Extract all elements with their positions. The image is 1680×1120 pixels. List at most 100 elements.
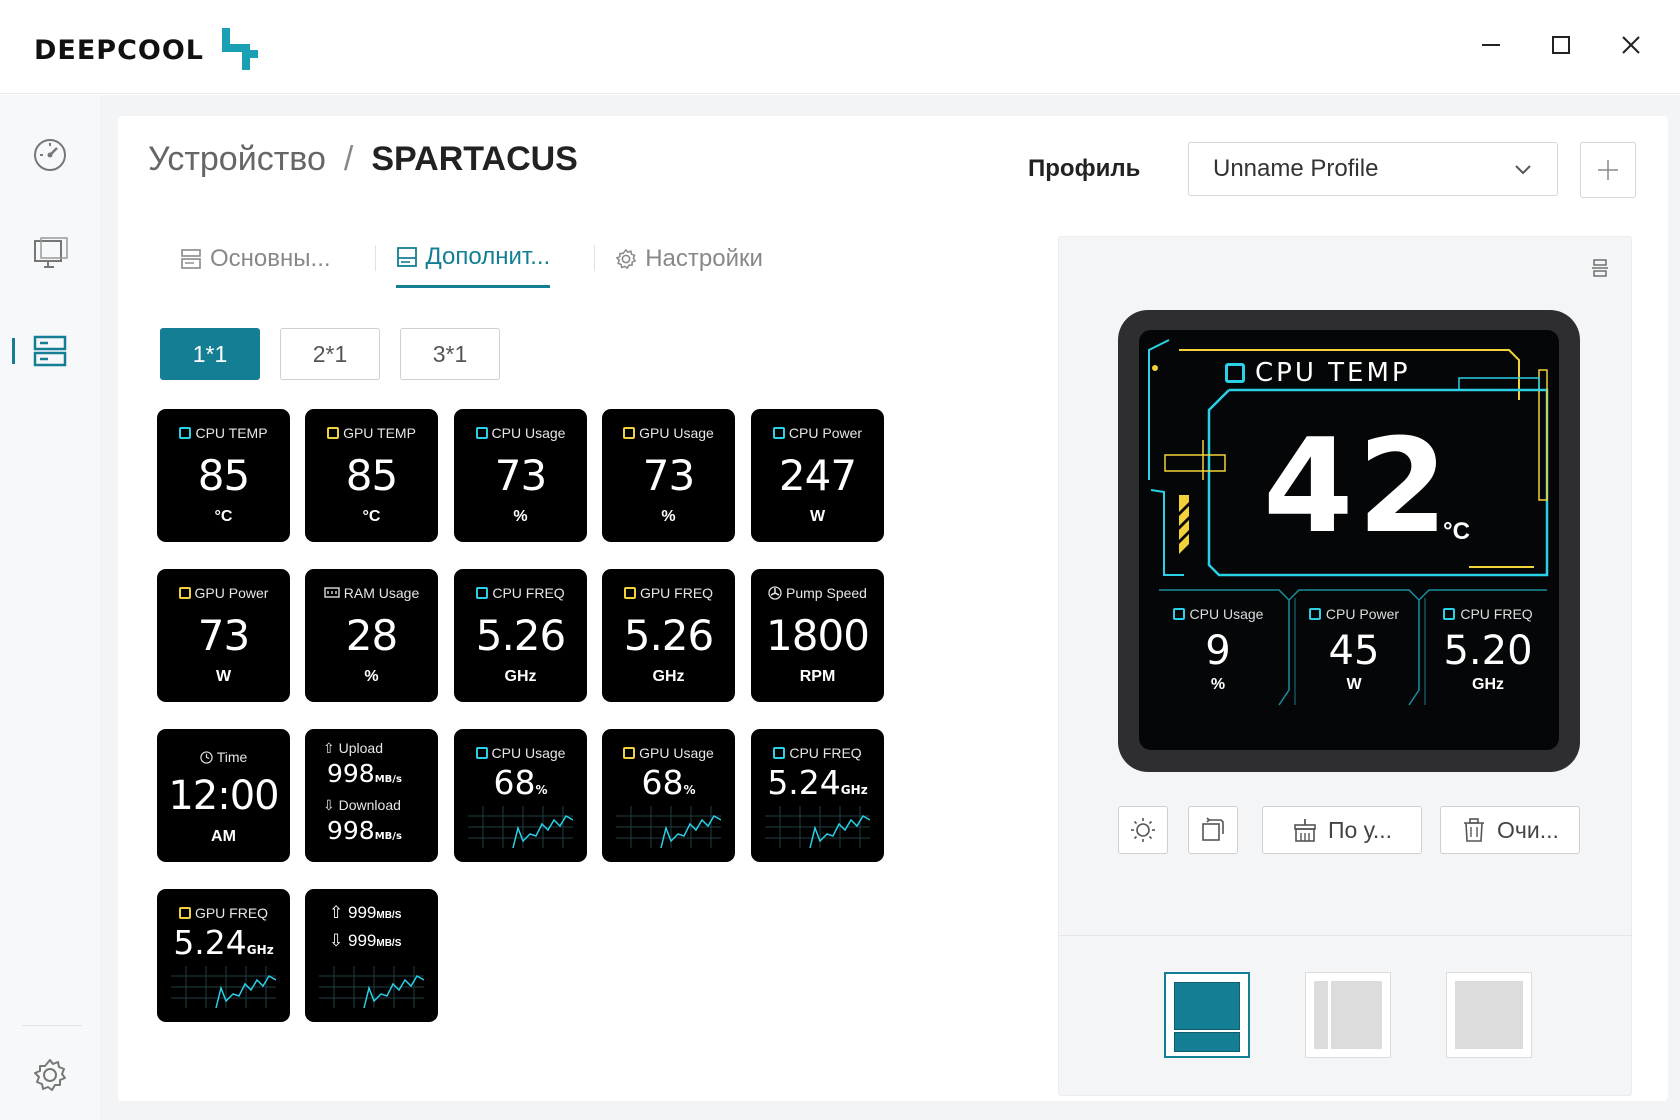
widget-value: 73	[642, 451, 695, 500]
window-controls	[1456, 22, 1666, 68]
gpu-chip-icon	[178, 587, 191, 599]
gpu-chip-icon	[623, 747, 636, 759]
download-icon: ⇩	[329, 931, 344, 950]
widget-title: CPU TEMP	[195, 425, 268, 441]
gpu-chip-icon	[623, 427, 636, 439]
widget-title: CPU FREQ	[789, 745, 862, 761]
widget-cpu-temp[interactable]: CPU TEMP 85 °C	[157, 409, 290, 542]
sub-widget-value: 5.20	[1443, 628, 1533, 674]
widget-gpu-temp[interactable]: GPU TEMP 85 °C	[305, 409, 438, 542]
widget-unit: %	[535, 783, 548, 797]
tab-settings-label: Настройки	[645, 244, 763, 272]
layout-right-block	[1331, 981, 1382, 1049]
download-unit: MB/s	[374, 831, 402, 842]
layout-option-left-right[interactable]	[1305, 972, 1391, 1058]
widget-title: CPU FREQ	[492, 585, 565, 601]
widget-unit: GHz	[840, 783, 868, 797]
widget-gpu-freq[interactable]: GPU FREQ 5.26 GHz	[602, 569, 735, 702]
widget-unit: %	[661, 508, 676, 525]
tab-separator	[594, 245, 596, 271]
widget-value: 68	[641, 763, 684, 802]
preview-layout-toggle[interactable]	[1590, 258, 1610, 283]
widget-cpu-freq-graph[interactable]: CPU FREQ 5.24GHz	[751, 729, 884, 862]
widget-value: 85	[197, 451, 250, 500]
sidebar-item-settings[interactable]	[30, 1055, 70, 1095]
widget-value: 12:00	[168, 773, 279, 819]
widget-gpu-usage[interactable]: GPU Usage 73 %	[602, 409, 735, 542]
logo-text: DeepCool	[34, 34, 205, 66]
sub-widget-title: CPU Usage	[1189, 606, 1264, 622]
size-2x1-button[interactable]: 2*1	[280, 328, 380, 380]
tab-basic-label: Основны...	[210, 244, 331, 272]
tab-advanced[interactable]: Дополнит...	[395, 243, 551, 288]
cpu-chip-icon	[1443, 608, 1456, 620]
widget-title: CPU Usage	[491, 745, 566, 761]
sidebar-item-devices[interactable]	[30, 331, 70, 371]
breadcrumb: Устройство / SPARTACUS	[148, 140, 578, 179]
device-list-icon	[33, 335, 67, 367]
chevron-down-icon	[1515, 165, 1531, 175]
widget-network-graph[interactable]: ⇧ 999MB/S ⇩ 999MB/S	[305, 889, 438, 1022]
minimize-button[interactable]	[1456, 22, 1526, 68]
maximize-icon	[1552, 36, 1570, 54]
sidebar-item-display[interactable]	[30, 233, 70, 273]
layout-option-full[interactable]	[1446, 972, 1532, 1058]
gpu-chip-icon	[327, 427, 340, 439]
widget-cpu-usage[interactable]: CPU Usage 73 %	[454, 409, 587, 542]
sidebar-item-dashboard[interactable]	[30, 135, 70, 175]
widget-unit: AM	[211, 828, 236, 845]
preview-main-title: CPU TEMP	[1255, 358, 1411, 388]
breadcrumb-section[interactable]: Устройство	[148, 140, 326, 179]
sidebar-divider	[22, 1025, 82, 1026]
upload-unit: MB/S	[376, 910, 402, 921]
upload-label: Upload	[338, 740, 383, 756]
size-3x1-button[interactable]: 3*1	[400, 328, 500, 380]
tab-settings[interactable]: Настройки	[615, 243, 763, 288]
ram-icon	[324, 587, 340, 598]
logo-mark-icon	[218, 28, 259, 72]
upload-icon: ⇧	[329, 903, 344, 922]
minimize-icon	[1482, 44, 1500, 46]
widget-gpu-freq-graph[interactable]: GPU FREQ 5.24GHz	[157, 889, 290, 1022]
sparkline-chart	[468, 806, 573, 848]
default-button[interactable]: По у...	[1262, 806, 1422, 854]
reset-brush-icon	[1294, 819, 1316, 842]
brightness-button[interactable]	[1118, 806, 1168, 854]
cpu-chip-icon	[1172, 608, 1185, 620]
layout-toggle-icon	[1592, 259, 1608, 277]
title-bar: DeepCool	[0, 0, 1680, 94]
widget-network[interactable]: ⇧ Upload 998MB/s ⇩ Download 998MB/s	[305, 729, 438, 862]
clear-button[interactable]: Очи...	[1440, 806, 1580, 854]
widget-cpu-power[interactable]: CPU Power 247 W	[751, 409, 884, 542]
profile-select[interactable]: Unname Profile	[1188, 142, 1558, 196]
widget-time[interactable]: Time 12:00 AM	[157, 729, 290, 862]
widget-ram-usage[interactable]: RAM Usage 28 %	[305, 569, 438, 702]
plus-icon	[1598, 160, 1618, 180]
upload-value: 998	[327, 759, 375, 788]
size-1x1-button[interactable]: 1*1	[160, 328, 260, 380]
sub-widget-unit: GHz	[1472, 676, 1504, 693]
sparkline-chart	[765, 806, 870, 848]
widget-title: GPU Power	[194, 585, 269, 601]
size-selector: 1*1 2*1 3*1	[160, 328, 500, 380]
widget-pump-speed[interactable]: Pump Speed 1800 RPM	[751, 569, 884, 702]
widget-gpu-usage-graph[interactable]: GPU Usage 68%	[602, 729, 735, 862]
default-button-label: По у...	[1327, 816, 1393, 843]
sparkline-chart	[171, 966, 276, 1008]
rotate-button[interactable]	[1188, 806, 1238, 854]
widget-value: 85	[345, 451, 398, 500]
clock-icon	[200, 750, 213, 764]
widget-cpu-freq[interactable]: CPU FREQ 5.26 GHz	[454, 569, 587, 702]
add-profile-button[interactable]	[1580, 142, 1636, 198]
close-button[interactable]	[1596, 22, 1666, 68]
monitor-icon	[34, 237, 68, 268]
widget-unit: °C	[362, 508, 381, 525]
fan-icon	[768, 586, 782, 600]
widget-gpu-power[interactable]: GPU Power 73 W	[157, 569, 290, 702]
tab-basic[interactable]: Основны...	[180, 243, 331, 288]
widget-cpu-usage-graph[interactable]: CPU Usage 68%	[454, 729, 587, 862]
widget-value: 247	[778, 451, 857, 500]
maximize-button[interactable]	[1526, 22, 1596, 68]
layout-option-top-bottom[interactable]	[1164, 972, 1250, 1058]
upload-icon: ⇧	[323, 740, 335, 756]
